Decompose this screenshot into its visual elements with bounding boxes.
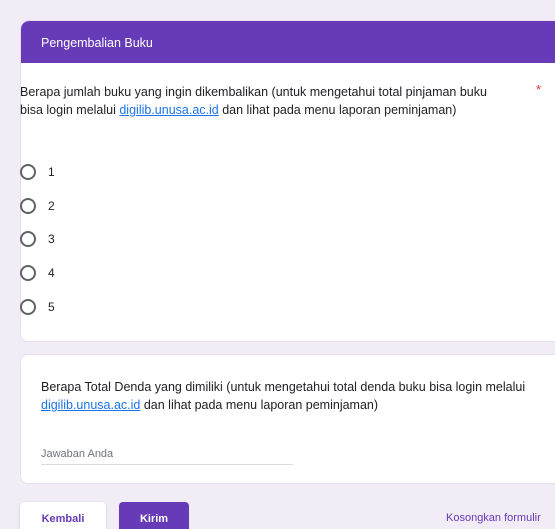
- radio-option-1[interactable]: 1: [20, 162, 55, 182]
- question-2-text-part: Berapa Total Denda yang dimiliki (untuk …: [41, 380, 526, 394]
- digilib-link[interactable]: digilib.unusa.ac.id: [41, 398, 140, 412]
- section-header: Pengembalian Buku: [21, 21, 555, 63]
- question-2-text-part: dan lihat pada menu laporan peminjaman): [140, 398, 379, 412]
- question-2-text: Berapa Total Denda yang dimiliki (untuk …: [41, 378, 551, 414]
- radio-option-4[interactable]: 4: [20, 263, 55, 283]
- digilib-link[interactable]: digilib.unusa.ac.id: [119, 103, 218, 117]
- question-card: Berapa Total Denda yang dimiliki (untuk …: [20, 354, 555, 484]
- radio-circle-icon[interactable]: [20, 265, 36, 281]
- section-card: Pengembalian Buku: [20, 20, 555, 342]
- radio-circle-icon[interactable]: [20, 164, 36, 180]
- submit-button[interactable]: Kirim: [119, 502, 189, 529]
- radio-label: 2: [48, 199, 55, 213]
- radio-label: 4: [48, 266, 55, 280]
- radio-option-2[interactable]: 2: [20, 196, 55, 216]
- radio-circle-icon[interactable]: [20, 198, 36, 214]
- back-button[interactable]: Kembali: [20, 502, 106, 529]
- answer-input[interactable]: [41, 443, 293, 465]
- question-1-text-part: dan lihat pada menu laporan peminjaman): [218, 103, 457, 117]
- question-1-text: Berapa jumlah buku yang ingin dikembalik…: [20, 83, 500, 119]
- radio-circle-icon[interactable]: [20, 299, 36, 315]
- radio-label: 3: [48, 232, 55, 246]
- radio-option-5[interactable]: 5: [20, 297, 55, 317]
- required-mark: *: [536, 82, 542, 97]
- radio-option-3[interactable]: 3: [20, 229, 55, 249]
- radio-label: 1: [48, 165, 55, 179]
- radio-circle-icon[interactable]: [20, 231, 36, 247]
- clear-form-link[interactable]: Kosongkan formulir: [446, 512, 541, 524]
- radio-label: 5: [48, 300, 55, 314]
